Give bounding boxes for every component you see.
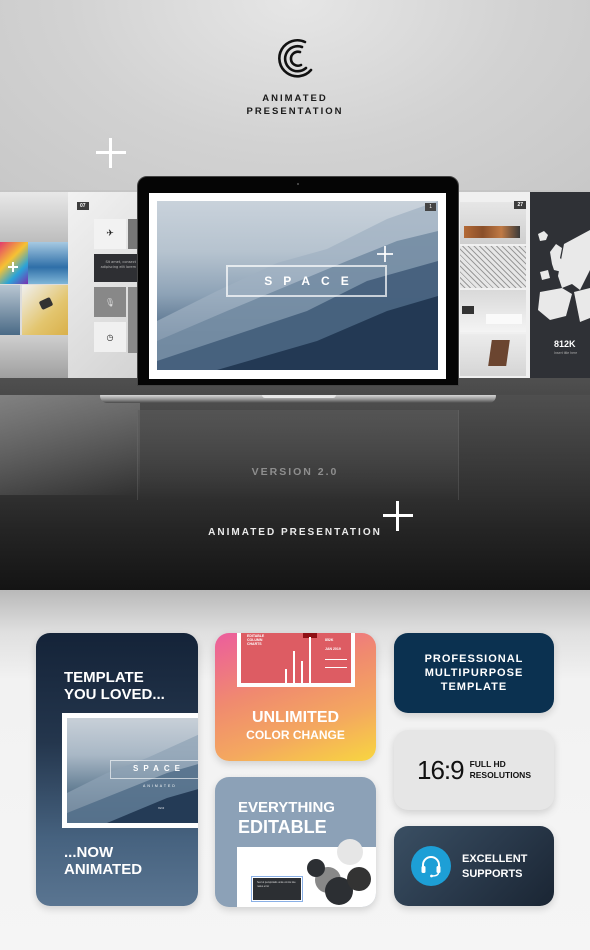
- building-photo: [460, 246, 526, 288]
- side-slide-map: 812K Insert title here: [530, 192, 590, 378]
- slide-number-badge: 1: [425, 203, 436, 211]
- label-line: FULL HD: [469, 759, 506, 769]
- icon-bubble: [347, 867, 371, 891]
- resolution-label: FULL HD RESOLUTIONS: [470, 759, 531, 781]
- chair-photo: [488, 340, 510, 366]
- heading-line: SUPPORTS: [462, 868, 523, 880]
- slide-title: SPACE: [264, 274, 360, 288]
- text-block: Sit amet, consect adipiscing elit lorem: [94, 254, 140, 282]
- heading-line: ANIMATED: [64, 861, 143, 879]
- heading-line: EXCELLENT: [462, 853, 528, 865]
- webcam: [297, 183, 299, 185]
- hero-banner: ANIMATED PRESENTATION 07 ✈ Sit amet, con…: [0, 0, 590, 590]
- card-full-hd: 16:9 FULL HD RESOLUTIONS: [394, 730, 554, 810]
- microphone-icon: 🎙: [94, 287, 126, 317]
- headset-icon: [411, 846, 451, 886]
- mini-subtitle: ANIMATED: [143, 784, 177, 788]
- label-line: RESOLUTIONS: [469, 770, 531, 780]
- card-heading-bottom: ...NOW ANIMATED: [64, 844, 142, 879]
- card-everything-editable: EVERYTHING EDITABLE Sed ut perspiciatis …: [215, 777, 376, 907]
- heading-line: ...NOW: [64, 844, 114, 861]
- heading-line: MULTIPURPOSE: [424, 667, 524, 679]
- chart-bar: [301, 661, 303, 683]
- mini-slide-preview: SPACE ANIMATED V2.0: [62, 713, 198, 828]
- side-slide-interior: 27: [458, 192, 530, 378]
- chart-bar: [285, 669, 287, 683]
- plus-icon: [96, 138, 126, 168]
- chart-bar: [293, 651, 295, 683]
- slide-title-box: SPACE: [226, 265, 387, 297]
- side-slide-icons: 07 ✈ Sit amet, consect adipiscing elit l…: [68, 192, 140, 378]
- card-heading: PROFESSIONAL MULTIPURPOSE TEMPLATE: [425, 652, 524, 694]
- chart-stat: 852K: [325, 638, 334, 642]
- heading-line: YOU LOVED...: [64, 686, 165, 704]
- slide-number-badge: 27: [514, 201, 526, 209]
- card-heading-top: TEMPLATE YOU LOVED...: [64, 669, 165, 704]
- heading-line: PROFESSIONAL: [424, 653, 524, 665]
- map-caption: Insert title here: [554, 351, 578, 355]
- laptop-reflection: [137, 410, 459, 500]
- chart-slide-label: EDITABLE COLUMN CHARTS: [247, 634, 265, 646]
- card-heading: EVERYTHING: [238, 799, 335, 816]
- chart-stat: JAN 2019: [325, 647, 341, 651]
- plus-icon-small: [8, 262, 18, 272]
- tagline: ANIMATED PRESENTATION: [208, 527, 382, 538]
- card-heading: UNLIMITED: [251, 709, 340, 726]
- heading-line: TEMPLATE: [440, 681, 508, 693]
- mountain-photo: SPACE ANIMATED V2.0: [67, 718, 198, 823]
- mini-version: V2.0: [158, 806, 165, 810]
- camera-photo: [22, 285, 68, 335]
- laptop-notch: [262, 395, 336, 398]
- card-excellent-support: EXCELLENT SUPPORTS: [394, 826, 554, 906]
- card-unlimited-color: EDITABLE COLUMN CHARTS 852K JAN 2019 UNL…: [215, 633, 376, 761]
- logo-caption-line1: ANIMATED: [262, 93, 328, 104]
- chart-bar: [309, 637, 311, 683]
- laptop-mockup: SPACE 1: [137, 176, 459, 386]
- chart-slide-preview: EDITABLE COLUMN CHARTS 852K JAN 2019: [237, 633, 355, 687]
- heading-line: TEMPLATE: [64, 669, 144, 686]
- map-stat: 812K: [554, 339, 576, 349]
- card-professional-template: PROFESSIONAL MULTIPURPOSE TEMPLATE: [394, 633, 554, 713]
- mini-title: SPACE: [133, 764, 185, 773]
- icon-bubble: [307, 859, 325, 877]
- icon-bubble: [337, 839, 363, 865]
- slide-number-badge: 07: [77, 202, 89, 210]
- plane-icon: ✈: [94, 219, 126, 249]
- editable-text-box: Sed ut perspiciatis unde omnis iste natu…: [251, 876, 303, 902]
- aspect-ratio: 16:9: [416, 754, 465, 785]
- logo-caption-line2: PRESENTATION: [246, 106, 344, 117]
- lake-photo: [28, 242, 68, 284]
- editable-slide-preview: Sed ut perspiciatis unde omnis iste natu…: [237, 839, 376, 907]
- card-subheading: EDITABLE: [238, 817, 327, 837]
- version-label: VERSION 2.0: [251, 466, 339, 478]
- laptop-screen: SPACE 1: [149, 193, 446, 379]
- mountain-photo: SPACE 1: [157, 201, 438, 370]
- plus-icon: [383, 501, 413, 531]
- card-subheading: COLOR CHANGE: [246, 728, 345, 742]
- side-slide-collage: [0, 192, 68, 378]
- card-template-animated: TEMPLATE YOU LOVED... SPACE ANIMATED V2.…: [36, 633, 198, 906]
- card-heading: EXCELLENT SUPPORTS: [462, 852, 527, 882]
- concentric-c-logo-icon: [278, 39, 313, 78]
- plus-icon-small: [377, 246, 393, 262]
- clock-icon: ◷: [94, 322, 126, 352]
